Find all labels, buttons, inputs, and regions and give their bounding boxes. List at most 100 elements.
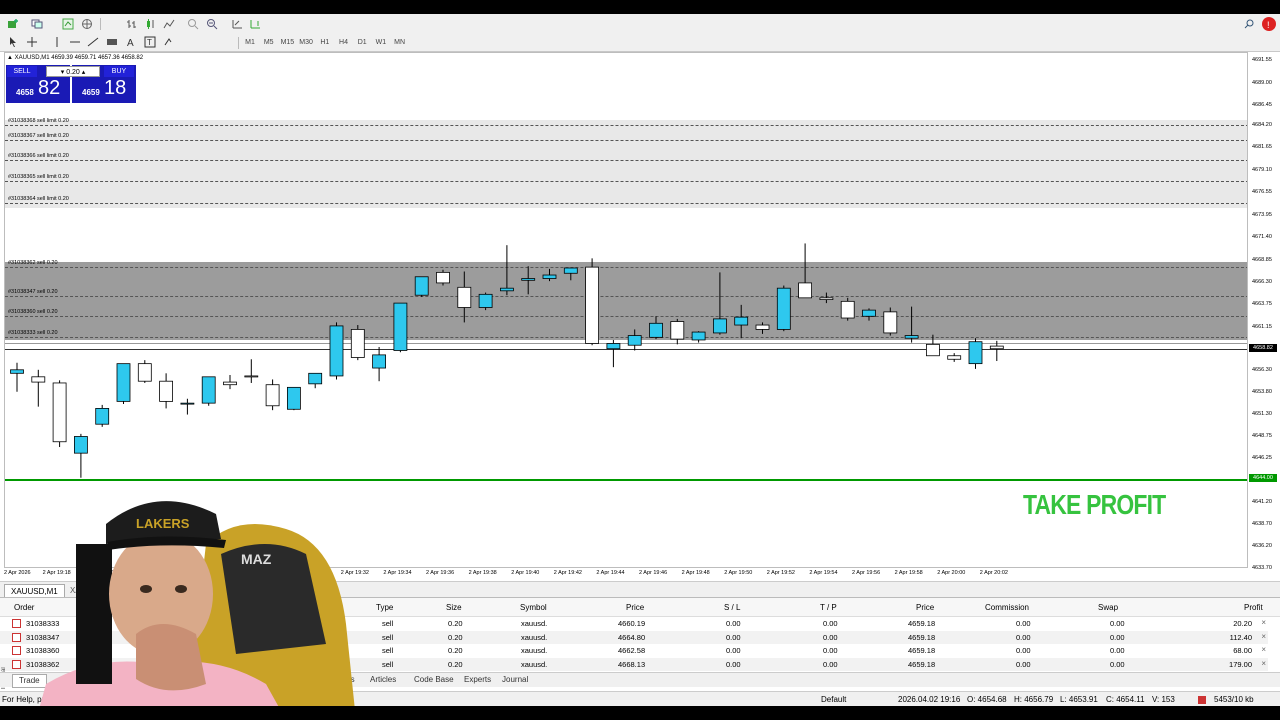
horizontal-line-icon[interactable]: [68, 35, 82, 49]
status-low: L: 4653.91: [1060, 695, 1098, 704]
candle-body: [31, 376, 46, 383]
col-symbol[interactable]: Symbol: [520, 603, 547, 612]
cell-sl: 0.00: [726, 646, 741, 655]
time-tick: 2 Apr 20:00: [937, 570, 966, 576]
cell-symbol: xauusd.: [521, 659, 548, 669]
timeframe-m30[interactable]: M30: [298, 36, 314, 49]
cell-type: sell: [382, 646, 394, 655]
vertical-line-icon[interactable]: [50, 35, 64, 49]
text-tool-icon[interactable]: A: [124, 35, 138, 49]
bar-chart-icon[interactable]: [125, 17, 139, 31]
col-profit[interactable]: Profit: [1244, 603, 1263, 612]
new-chart-icon[interactable]: [6, 17, 26, 31]
candle-body: [649, 322, 663, 338]
time-tick: 2 Apr 2026: [4, 570, 31, 576]
cell-commission: 0.00: [1016, 619, 1031, 628]
zoom-in-icon[interactable]: [186, 17, 200, 31]
cell-swap: 0.00: [1110, 646, 1125, 655]
price-tick: 4684.20: [1252, 121, 1272, 128]
close-position-icon[interactable]: ×: [1261, 618, 1266, 627]
price-tick: 4679.10: [1252, 166, 1272, 173]
tab-journal[interactable]: Journal: [502, 674, 528, 686]
price-tick: 4686.45: [1252, 102, 1272, 109]
candlestick-icon[interactable]: [143, 17, 157, 31]
notification-icon[interactable]: !: [1262, 17, 1276, 31]
cell-tp: 0.00: [823, 619, 838, 628]
price-tick: 4646.25: [1252, 454, 1272, 461]
tab-articles[interactable]: Articles: [370, 674, 396, 686]
timeframe-m1[interactable]: M1: [242, 36, 258, 49]
profiles-icon[interactable]: [30, 17, 50, 31]
tab-code-base[interactable]: Code Base: [414, 674, 454, 686]
cell-price: 4668.13: [618, 659, 646, 669]
cell-tp: 0.00: [823, 646, 838, 655]
candle-body: [350, 329, 365, 358]
col-swap[interactable]: Swap: [1098, 603, 1118, 612]
market-watch-icon[interactable]: [61, 17, 75, 31]
timeframe-h1[interactable]: H1: [317, 36, 333, 49]
col-sl[interactable]: S / L: [724, 603, 740, 612]
zoom-out-icon[interactable]: [205, 17, 219, 31]
col-price[interactable]: Price: [626, 603, 644, 612]
search-icon[interactable]: [1242, 17, 1256, 31]
take-profit-price-tag: 4644.00: [1249, 473, 1277, 482]
candle-body: [223, 381, 237, 386]
timeframe-mn[interactable]: MN: [392, 36, 408, 49]
candle-body: [10, 369, 24, 374]
col-commission[interactable]: Commission: [985, 603, 1029, 612]
arrows-menu-icon[interactable]: [162, 35, 182, 49]
sell-price-small: 4658: [16, 88, 34, 97]
line-chart-icon[interactable]: [162, 17, 176, 31]
col-type[interactable]: Type: [376, 603, 393, 612]
candle-body: [329, 325, 344, 377]
candle-body: [862, 309, 876, 317]
candle-body: [244, 375, 259, 378]
col-size[interactable]: Size: [446, 603, 462, 612]
cap-text: LAKERS: [136, 516, 190, 531]
navigator-icon[interactable]: [80, 17, 94, 31]
cursor-icon[interactable]: [6, 35, 20, 49]
chair-text: MAZ: [241, 551, 272, 567]
lot-size-input[interactable]: ▾ 0.20 ▴: [46, 66, 100, 77]
timeframe-d1[interactable]: D1: [354, 36, 370, 49]
candle-body: [968, 341, 983, 365]
tab-experts[interactable]: Experts: [464, 674, 491, 686]
chart-shift-icon[interactable]: [248, 17, 262, 31]
close-position-icon[interactable]: ×: [1261, 645, 1266, 654]
status-traffic: 5453/10 kb: [1214, 695, 1254, 704]
price-tick: 4668.85: [1252, 256, 1272, 263]
candle-body: [372, 354, 387, 369]
col-current-price[interactable]: Price: [916, 603, 934, 612]
timeframe-h4[interactable]: H4: [336, 36, 352, 49]
timeframe-w1[interactable]: W1: [373, 36, 389, 49]
candle-body: [436, 271, 450, 284]
close-position-icon[interactable]: ×: [1261, 632, 1266, 641]
sell-price-big: 82: [38, 77, 61, 99]
cell-cur: 4659.18: [908, 632, 936, 642]
timeframe-m5[interactable]: M5: [261, 36, 277, 49]
cell-commission: 0.00: [1016, 646, 1031, 655]
crosshair-icon[interactable]: [25, 35, 39, 49]
text-label-icon[interactable]: T: [143, 35, 157, 49]
status-profile: Default: [821, 695, 847, 704]
price-tick: 4673.95: [1252, 211, 1272, 218]
autoscroll-icon[interactable]: [230, 17, 244, 31]
cell-sl: 0.00: [726, 632, 741, 642]
col-tp[interactable]: T / P: [820, 603, 837, 612]
col-order[interactable]: Order: [14, 603, 34, 612]
close-position-icon[interactable]: ×: [1261, 659, 1266, 668]
candle-body: [563, 267, 578, 274]
trendline-icon[interactable]: [86, 35, 100, 49]
candle-body: [95, 408, 110, 425]
timeframe-m15[interactable]: M15: [279, 36, 295, 49]
channel-icon[interactable]: [105, 35, 119, 49]
cell-cur: 4659.18: [908, 619, 936, 628]
candle-body: [457, 286, 472, 308]
cell-symbol: xauusd.: [521, 632, 548, 642]
status-open: O: 4654.68: [967, 695, 1007, 704]
candle-body: [755, 324, 770, 330]
candle-body: [499, 287, 514, 292]
candle-body: [798, 282, 812, 299]
candle-body: [478, 293, 493, 308]
candle-body: [840, 300, 855, 319]
